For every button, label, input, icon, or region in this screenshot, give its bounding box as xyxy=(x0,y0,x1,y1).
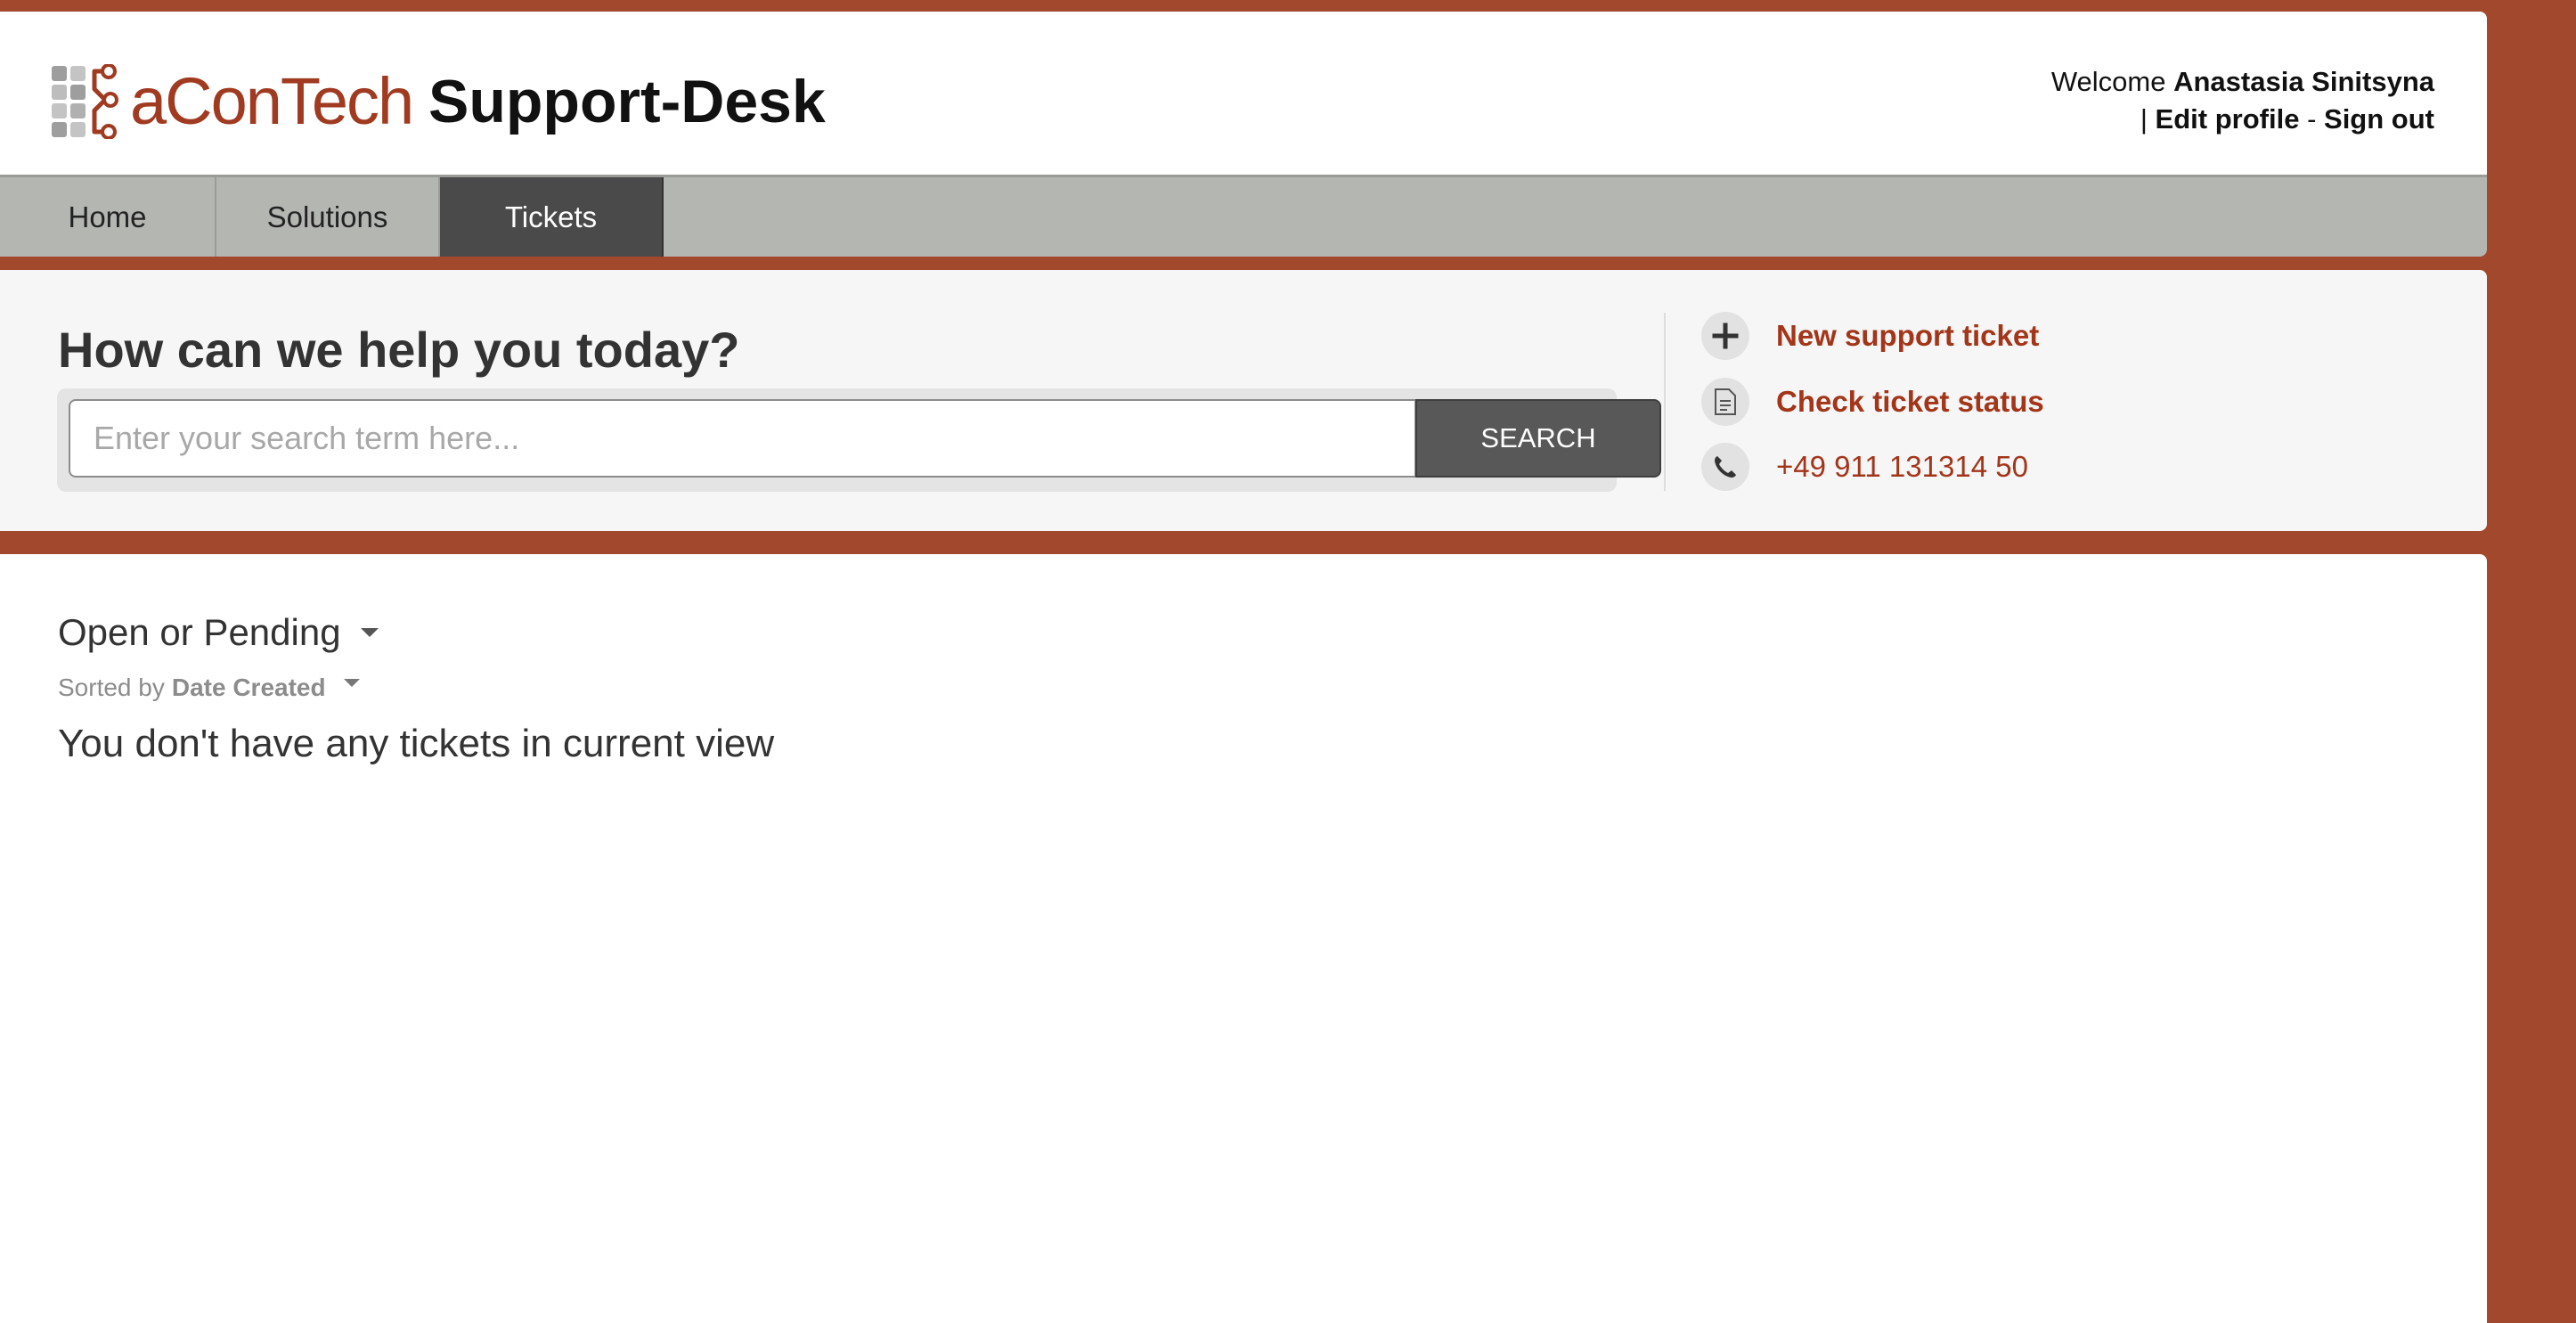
help-heading: How can we help you today? xyxy=(58,322,740,378)
plus-icon xyxy=(1701,312,1749,360)
main-nav: Home Solutions Tickets xyxy=(0,175,2487,257)
logo-mark-icon xyxy=(52,64,118,139)
sort-control: Sorted by Date Created xyxy=(58,668,360,707)
nav-tab-tickets[interactable]: Tickets xyxy=(440,177,664,257)
phone-number-label: +49 911 131314 50 xyxy=(1776,450,2028,483)
phone-number-link[interactable]: +49 911 131314 50 xyxy=(1701,442,2028,492)
check-ticket-status-link[interactable]: Check ticket status xyxy=(1701,377,2044,427)
logo-text: aConTech xyxy=(130,64,414,138)
sorted-by-label: Sorted by xyxy=(58,674,165,701)
nav-tab-solutions[interactable]: Solutions xyxy=(216,177,440,257)
ticket-filter-dropdown[interactable]: Open or Pending xyxy=(58,606,379,659)
welcome-label: Welcome xyxy=(2050,66,2166,97)
new-support-ticket-label: New support ticket xyxy=(1776,319,2040,352)
document-icon xyxy=(1701,378,1749,426)
nav-tab-home[interactable]: Home xyxy=(0,177,216,257)
new-support-ticket-link[interactable]: New support ticket xyxy=(1701,311,2039,361)
search-input[interactable] xyxy=(69,399,1416,478)
check-ticket-status-label: Check ticket status xyxy=(1776,385,2044,418)
company-logo[interactable]: aConTech xyxy=(52,61,414,143)
filter-label: Open or Pending xyxy=(58,611,341,653)
help-panel: How can we help you today? SEARCH New su… xyxy=(0,270,2487,531)
sign-out-link[interactable]: Sign out xyxy=(2324,103,2434,135)
separator: | xyxy=(2140,103,2148,135)
sort-field-dropdown[interactable]: Date Created xyxy=(172,668,326,707)
chevron-down-icon[interactable] xyxy=(343,678,360,687)
divider xyxy=(1664,313,1666,491)
phone-icon xyxy=(1701,443,1749,491)
separator-dash: - xyxy=(2307,103,2317,135)
search-button[interactable]: SEARCH xyxy=(1415,399,1661,478)
search-bar: SEARCH xyxy=(57,388,1661,492)
site-title: Support-Desk xyxy=(428,68,826,135)
edit-profile-link[interactable]: Edit profile xyxy=(2156,103,2300,135)
empty-state-message: You don't have any tickets in current vi… xyxy=(58,722,775,765)
tickets-panel: Open or Pending Sorted by Date Created Y… xyxy=(0,554,2487,1323)
user-name: Anastasia Sinitsyna xyxy=(2173,66,2434,97)
chevron-down-icon xyxy=(360,628,379,637)
user-menu: Welcome Anastasia Sinitsyna | Edit profi… xyxy=(2051,63,2434,138)
page-header: aConTech Support-Desk Welcome Anastasia … xyxy=(0,12,2487,175)
